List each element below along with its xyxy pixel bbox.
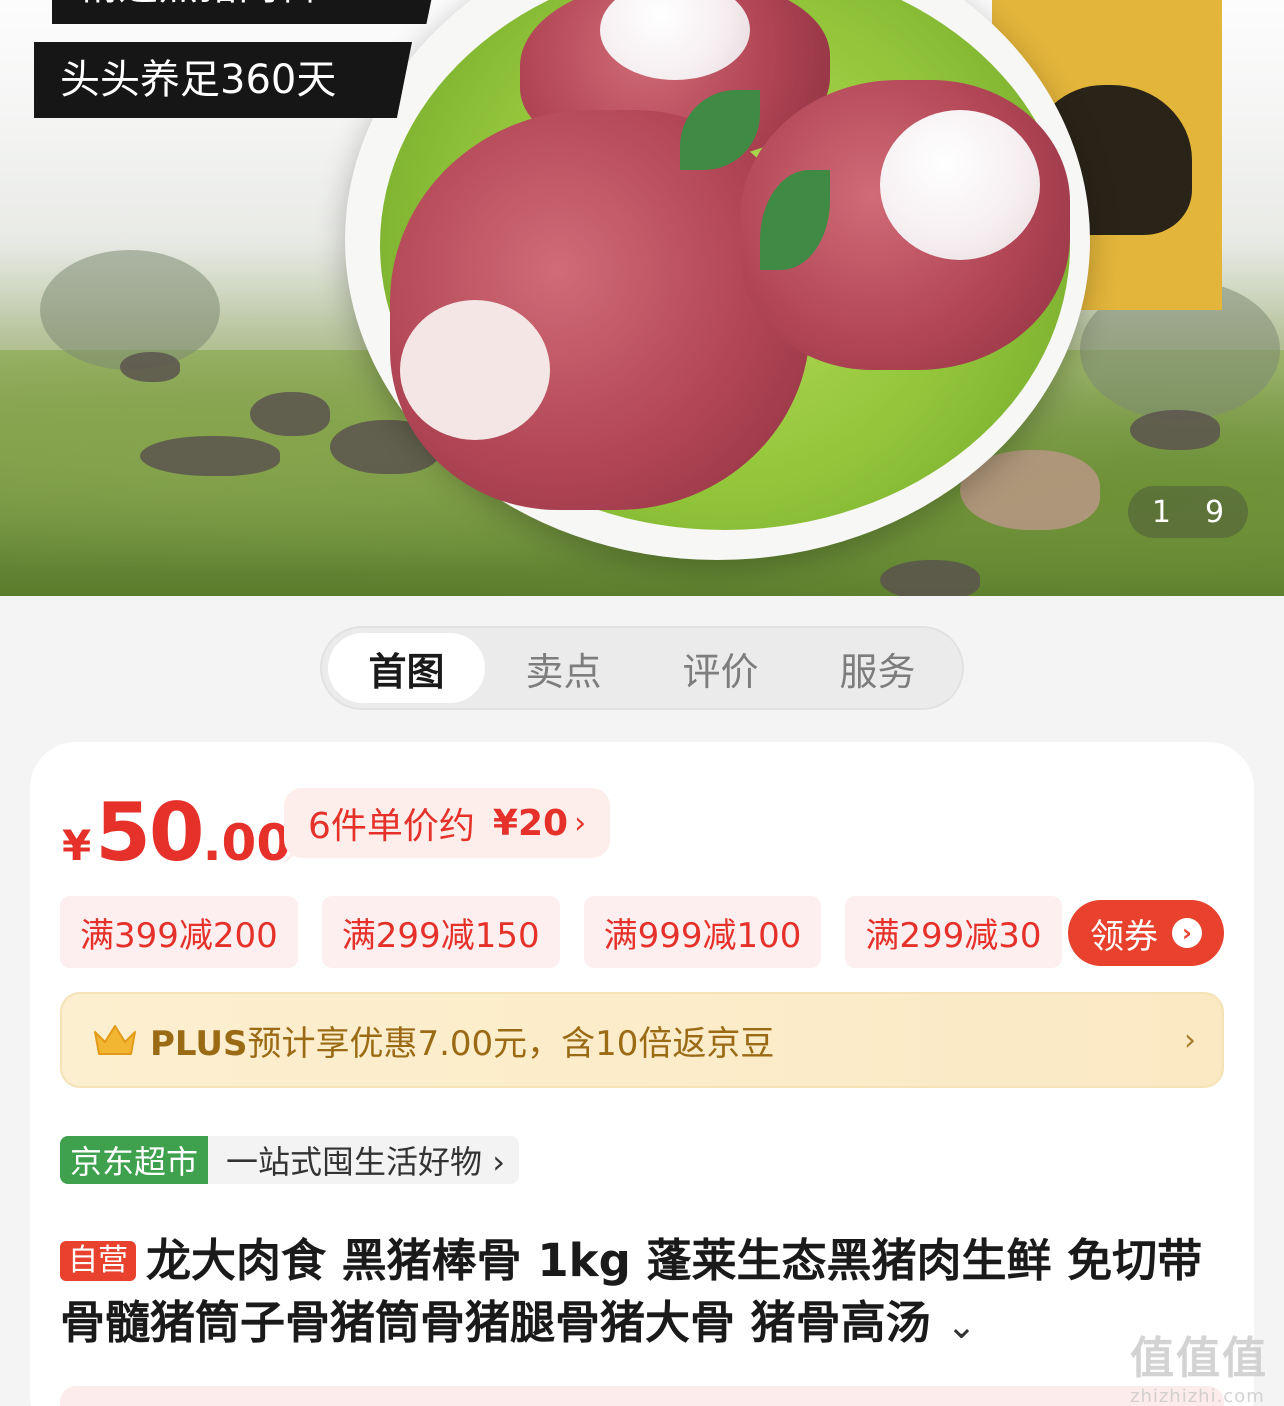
pig-figure xyxy=(250,392,330,436)
image-counter-total: 9 xyxy=(1205,494,1225,530)
promo-strip xyxy=(60,1386,1224,1406)
chevron-right-icon: › xyxy=(1184,1022,1196,1058)
coupon-chip[interactable]: 满399减200 xyxy=(60,896,298,968)
coupon-chip[interactable]: 满999减100 xyxy=(583,896,822,968)
currency-symbol: ¥ xyxy=(62,821,92,870)
plus-benefit-detail: 预计享优惠7.00元，含10倍返京豆 xyxy=(247,1023,775,1064)
jd-supermarket-badge: 京东超市 xyxy=(60,1136,209,1184)
image-counter-current: 1 xyxy=(1151,494,1171,530)
section-tabs: 首图 卖点 评价 服务 xyxy=(320,626,964,710)
product-page: 精选黑猪肉料 头头养足360天 1 9 首图 卖点 评价 服务 ¥ 50 .00… xyxy=(0,0,1284,1406)
plus-brand: PLUS xyxy=(150,1023,248,1064)
tab-service[interactable]: 服务 xyxy=(799,633,956,703)
tab-main-image[interactable]: 首图 xyxy=(328,633,485,703)
coupon-chip[interactable]: 满299减30 xyxy=(845,896,1062,968)
get-coupon-label: 领券 xyxy=(1090,916,1158,957)
price-decimal: .00 xyxy=(202,814,292,872)
watermark-logo: 值值值 xyxy=(1130,1333,1268,1384)
product-image-carousel[interactable]: 精选黑猪肉料 头头养足360天 1 9 xyxy=(0,0,1284,596)
plus-benefit-text: PLUS预计享优惠7.00元，含10倍返京豆 xyxy=(150,1016,1184,1065)
chevron-right-icon: › xyxy=(574,805,587,841)
bone-marrow xyxy=(880,110,1040,260)
pig-figure xyxy=(1130,410,1220,450)
tab-reviews[interactable]: 评价 xyxy=(642,633,799,703)
coupon-list: 满399减200 满299减150 满999减100 满299减30 xyxy=(60,896,1062,968)
hero-tag-top: 精选黑猪肉料 xyxy=(52,0,442,24)
coupon-chip[interactable]: 满299减150 xyxy=(321,896,560,968)
pig-figure xyxy=(880,560,980,596)
unit-price-prefix: 6件单价约 xyxy=(308,806,475,847)
site-watermark: 值值值 zhizhizhi.com xyxy=(1130,1322,1280,1406)
crown-icon xyxy=(94,1025,136,1055)
unit-price-value: ¥20 xyxy=(492,802,569,844)
watermark-url: zhizhizhi.com xyxy=(1130,1386,1265,1406)
self-operated-badge: 自营 xyxy=(60,1241,136,1281)
plus-benefit-banner[interactable]: PLUS预计享优惠7.00元，含10倍返京豆 › xyxy=(60,992,1224,1088)
chevron-right-icon: › xyxy=(1172,918,1202,948)
image-counter: 1 9 xyxy=(1128,486,1248,538)
product-title[interactable]: 自营 龙大肉食 黑猪棒骨 1kg 蓬莱生态黑猪肉生鲜 免切带骨髓猪筒子骨猪筒骨猪腿… xyxy=(60,1230,1220,1358)
jd-supermarket-slogan: 一站式囤生活好物 › xyxy=(226,1143,505,1181)
price-integer: 50 xyxy=(95,786,204,879)
hero-tag-bottom: 头头养足360天 xyxy=(34,42,412,118)
unit-price-bubble[interactable]: 6件单价约 ¥20 › xyxy=(284,788,611,858)
product-title-text: 龙大肉食 黑猪棒骨 1kg 蓬莱生态黑猪肉生鲜 免切带骨髓猪筒子骨猪筒骨猪腿骨猪… xyxy=(60,1234,1203,1349)
tree-silhouette xyxy=(40,250,220,370)
expand-chevron-icon[interactable]: ⌄ xyxy=(946,1306,976,1347)
pig-figure xyxy=(120,352,180,382)
pig-figure xyxy=(140,436,280,476)
tab-selling-points[interactable]: 卖点 xyxy=(485,633,642,703)
price: ¥ 50 .00 xyxy=(62,786,291,879)
get-coupon-button[interactable]: 领券 › xyxy=(1068,900,1224,966)
jd-supermarket-link[interactable]: 京东超市 一站式囤生活好物 › xyxy=(60,1136,519,1184)
